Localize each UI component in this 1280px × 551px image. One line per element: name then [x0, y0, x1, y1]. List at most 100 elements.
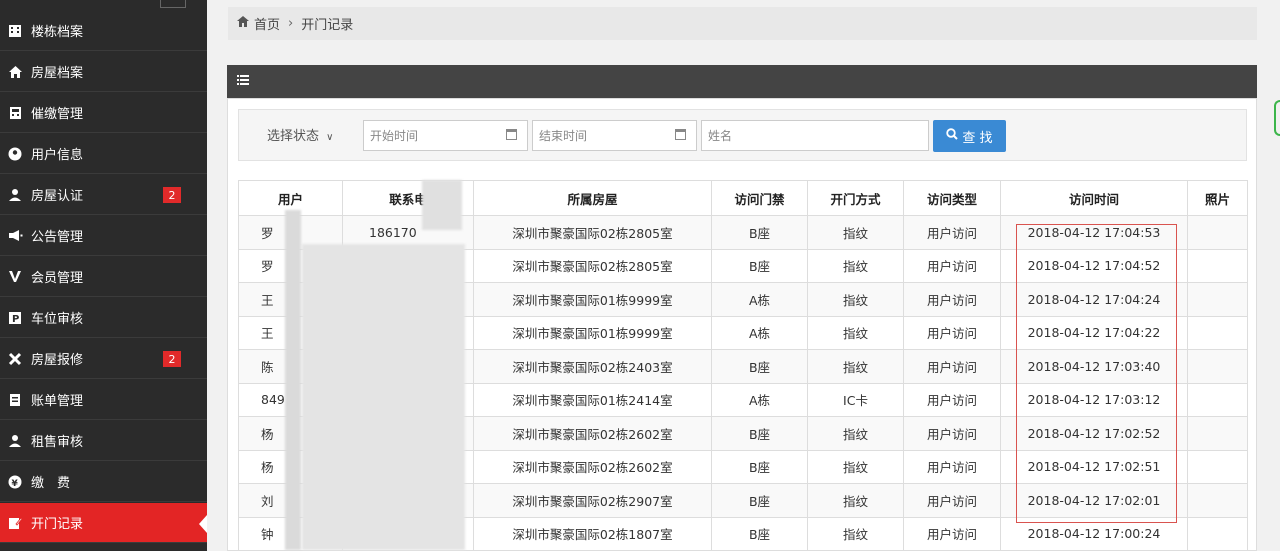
sidebar-item-label: 楼栋档案: [31, 25, 84, 40]
cell-type: 用户访问: [903, 382, 1001, 417]
column-header: 访问类型: [903, 180, 1001, 216]
building-icon: [7, 23, 23, 39]
cell-type: 用户访问: [903, 215, 1001, 250]
cell-gate: A栋: [711, 315, 808, 350]
status-select-label: 选择状态: [267, 129, 320, 144]
cell-photo: [1187, 315, 1248, 350]
breadcrumb-separator: ›: [288, 16, 294, 31]
cell-method: 指纹: [807, 449, 904, 484]
cell-time: 2018-04-12 17:04:22: [1000, 315, 1188, 350]
privacy-blur: [285, 210, 301, 550]
privacy-blur: [422, 180, 462, 230]
cell-photo: [1187, 449, 1248, 484]
cell-gate: B座: [711, 349, 808, 384]
side-widget[interactable]: [1274, 100, 1280, 136]
sidebar-item-label: 账单管理: [31, 394, 84, 409]
sidebar-item-label: 房屋认证: [31, 189, 84, 204]
cell-time: 2018-04-12 17:02:52: [1000, 416, 1188, 451]
cell-method: 指纹: [807, 282, 904, 317]
sidebar-item-label: 房屋档案: [31, 66, 84, 81]
sidebar-toggle[interactable]: [160, 0, 186, 8]
start-time-input[interactable]: 开始时间: [363, 120, 528, 151]
cell-time: 2018-04-12 17:03:40: [1000, 349, 1188, 384]
sidebar-item[interactable]: 楼栋档案: [0, 11, 207, 51]
count-badge: 2: [163, 187, 181, 203]
sidebar-item-label: 房屋报修: [31, 353, 84, 368]
column-header: 访问时间: [1000, 180, 1188, 216]
cell-room: 深圳市聚豪国际02栋1807室: [473, 516, 712, 551]
cell-method: 指纹: [807, 416, 904, 451]
sidebar-item[interactable]: 开门记录: [0, 503, 207, 543]
sidebar-item[interactable]: 用户信息: [0, 134, 207, 174]
end-time-input[interactable]: 结束时间: [532, 120, 697, 151]
cell-type: 用户访问: [903, 349, 1001, 384]
cell-photo: [1187, 282, 1248, 317]
svg-text:¥: ¥: [12, 479, 19, 489]
sidebar-item-label: 车位审核: [31, 312, 84, 327]
cell-gate: B座: [711, 449, 808, 484]
cell-gate: A栋: [711, 282, 808, 317]
cell-type: 用户访问: [903, 315, 1001, 350]
sidebar-item[interactable]: 房屋报修 2: [0, 339, 207, 379]
status-select[interactable]: 选择状态 ∨: [267, 125, 333, 144]
cell-photo: [1187, 416, 1248, 451]
home-icon: [7, 64, 23, 80]
breadcrumb-home-link[interactable]: 首页: [254, 14, 280, 33]
sidebar-item-label: 用户信息: [31, 148, 84, 163]
column-header: 访问门禁: [711, 180, 808, 216]
cell-room: 深圳市聚豪国际01栋9999室: [473, 282, 712, 317]
calendar-icon[interactable]: [675, 129, 686, 140]
calculator-icon: [7, 105, 23, 121]
name-input[interactable]: 姓名: [701, 120, 929, 151]
cell-type: 用户访问: [903, 416, 1001, 451]
cell-gate: B座: [711, 215, 808, 250]
cell-photo: [1187, 349, 1248, 384]
cell-type: 用户访问: [903, 516, 1001, 551]
cell-time: 2018-04-12 17:02:51: [1000, 449, 1188, 484]
cell-time: 2018-04-12 17:03:12: [1000, 382, 1188, 417]
cell-photo: [1187, 483, 1248, 518]
sidebar-item[interactable]: 租售审核: [0, 421, 207, 461]
cell-photo: [1187, 382, 1248, 417]
privacy-blur: [302, 244, 465, 550]
sidebar-item[interactable]: 会员管理: [0, 257, 207, 297]
sidebar: 楼栋档案房屋档案催缴管理用户信息房屋认证 2 公告管理 会员管理 P 车位审核房屋报修 2 账…: [0, 0, 207, 551]
cell-method: 指纹: [807, 315, 904, 350]
column-header: 照片: [1187, 180, 1248, 216]
sidebar-item-label: 开门记录: [31, 517, 84, 532]
sidebar-item[interactable]: 账单管理: [0, 380, 207, 420]
list-icon: [237, 74, 249, 89]
cell-photo: [1187, 215, 1248, 250]
wrench-icon: [7, 351, 23, 367]
sidebar-item[interactable]: 房屋认证 2: [0, 175, 207, 215]
sidebar-item[interactable]: 催缴管理: [0, 93, 207, 133]
cell-method: 指纹: [807, 248, 904, 283]
sidebar-item[interactable]: 公告管理: [0, 216, 207, 256]
cell-room: 深圳市聚豪国际02栋2907室: [473, 483, 712, 518]
sidebar-item[interactable]: P 车位审核: [0, 298, 207, 338]
cell-room: 深圳市聚豪国际02栋2805室: [473, 248, 712, 283]
cell-method: 指纹: [807, 349, 904, 384]
sidebar-item[interactable]: ¥ 缴 费: [0, 462, 207, 502]
sidebar-item-label: 租售审核: [31, 435, 84, 450]
breadcrumb-current: 开门记录: [301, 18, 354, 33]
sidebar-item[interactable]: 房屋档案: [0, 52, 207, 92]
column-header: 所属房屋: [473, 180, 712, 216]
home-icon: [237, 16, 249, 31]
sidebar-item-label: 缴 费: [31, 476, 71, 491]
search-button[interactable]: 查 找: [933, 120, 1006, 152]
search-button-label: 查 找: [962, 130, 993, 146]
user-icon: [7, 187, 23, 203]
parking-icon: P: [7, 310, 23, 326]
count-badge: 2: [163, 351, 181, 367]
edit-icon: [7, 515, 23, 531]
cell-room: 深圳市聚豪国际02栋2403室: [473, 349, 712, 384]
name-placeholder: 姓名: [708, 129, 733, 143]
cell-type: 用户访问: [903, 282, 1001, 317]
svg-text:P: P: [12, 314, 19, 325]
cell-time: 2018-04-12 17:00:24: [1000, 516, 1188, 551]
cell-method: IC卡: [807, 382, 904, 417]
cell-time: 2018-04-12 17:02:01: [1000, 483, 1188, 518]
calendar-icon[interactable]: [506, 129, 517, 140]
filter-bar: 选择状态 ∨ 开始时间 结束时间 姓名 查 找: [238, 109, 1247, 161]
